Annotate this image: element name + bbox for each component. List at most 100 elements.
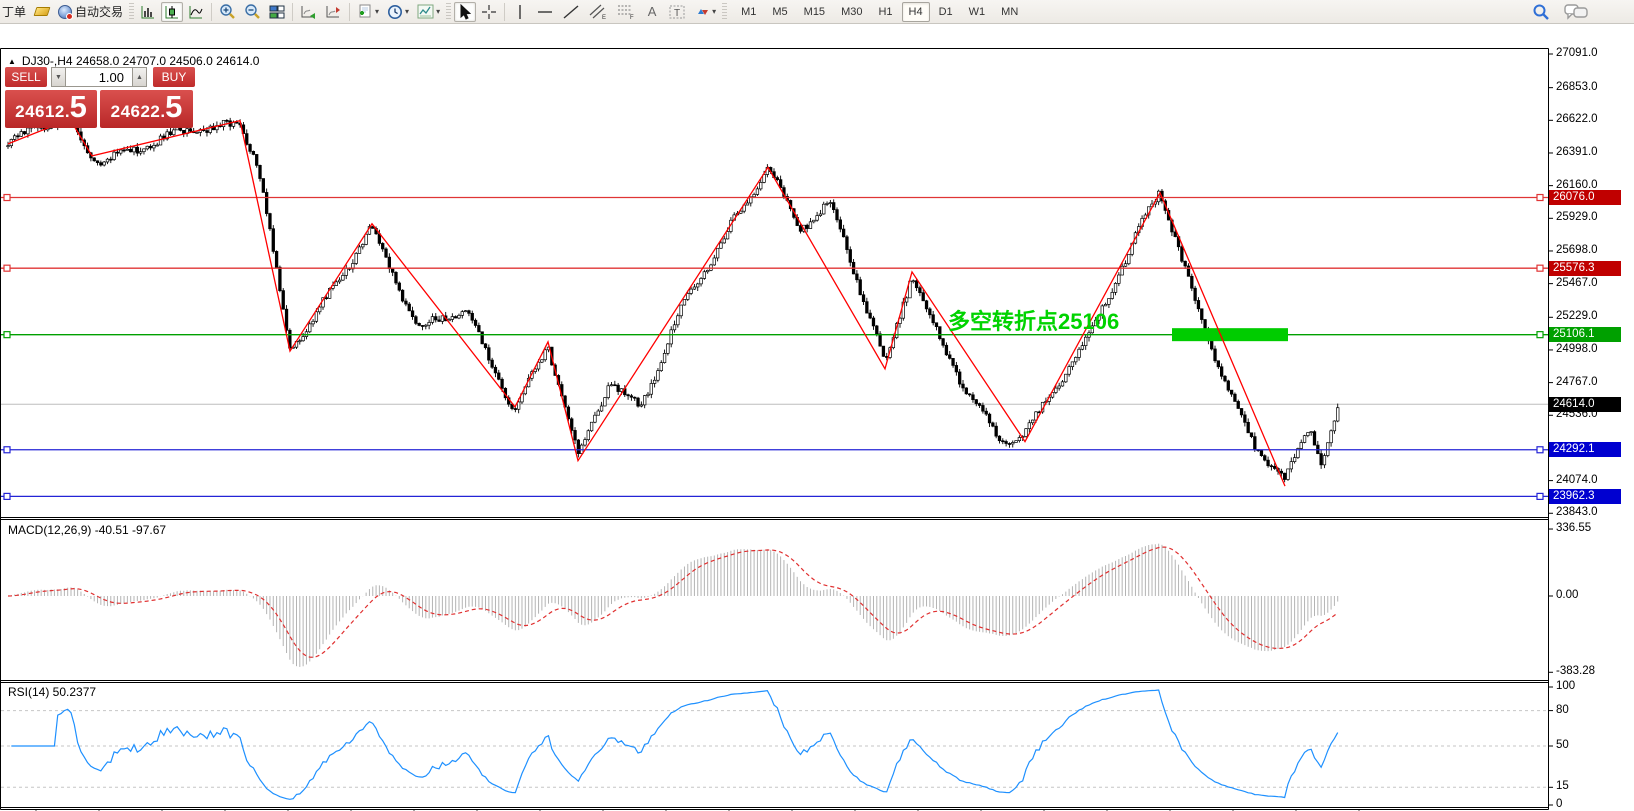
rsi-label: RSI(14) 50.2377 (8, 685, 96, 699)
price-tick: 24074.0 (1556, 474, 1598, 486)
auto-scroll-icon (300, 4, 317, 20)
autotrading-label: 自动交易 (75, 3, 123, 20)
tf-button-M1[interactable]: M1 (734, 2, 763, 22)
templates-button[interactable]: ▾ (414, 2, 443, 22)
level-price-label[interactable]: 23962.3 (1549, 489, 1621, 504)
trendline-button[interactable] (559, 2, 583, 22)
level-price-label[interactable]: 25106.1 (1549, 327, 1621, 342)
crosshair-icon (481, 4, 497, 20)
toolbar-separator (292, 3, 293, 21)
volume-increase-button[interactable]: ▲ (132, 67, 147, 87)
macd-label: MACD(12,26,9) -40.51 -97.67 (8, 523, 166, 537)
zoom-out-icon (244, 3, 261, 20)
crosshair-button[interactable] (478, 2, 500, 22)
chevron-down-icon: ▾ (712, 7, 716, 16)
pivot-annotation-text[interactable]: 多空转折点25106 (948, 304, 1119, 336)
rsi-scale-tick: 15 (1556, 780, 1569, 792)
periods-button[interactable]: ▾ (384, 2, 412, 22)
bar-chart-icon (140, 4, 156, 20)
new-order-button[interactable]: 丁单 (0, 2, 29, 22)
macd-scale-tick: 0.00 (1556, 589, 1578, 601)
tf-button-H1[interactable]: H1 (871, 2, 899, 22)
zoom-in-button[interactable] (216, 2, 239, 22)
search-icon[interactable] (1532, 3, 1550, 21)
fibonacci-icon: F (616, 3, 636, 20)
sell-price-big: 5 (70, 94, 87, 120)
text-a-icon: A (648, 4, 657, 19)
tf-button-MN[interactable]: MN (994, 2, 1025, 22)
level-price-label[interactable]: 25576.3 (1549, 261, 1621, 276)
buy-price-button[interactable]: 24622.5 (100, 90, 193, 128)
price-tick: 24767.0 (1556, 376, 1598, 388)
tf-button-M5[interactable]: M5 (765, 2, 794, 22)
tf-button-M15[interactable]: M15 (797, 2, 832, 22)
rsi-scale-tick: 0 (1556, 798, 1562, 810)
price-tick: 24998.0 (1556, 343, 1598, 355)
clock-icon (387, 4, 403, 20)
line-handle[interactable] (1537, 265, 1543, 271)
gold-symbol-button[interactable] (31, 2, 53, 22)
vertical-line-button[interactable] (509, 2, 531, 22)
stop-dot-icon (66, 13, 73, 20)
fibonacci-button[interactable]: F (613, 2, 639, 22)
toolbar-grip (129, 3, 134, 21)
buy-price-main: 24622 (111, 102, 161, 122)
auto-scroll-button[interactable] (297, 2, 320, 22)
chart-title: ▲ DJ30-,H4 24658.0 24707.0 24506.0 24614… (8, 54, 259, 68)
template-chart-icon (417, 4, 434, 19)
autotrading-globe-icon (58, 5, 72, 19)
level-price-label[interactable]: 26076.0 (1549, 190, 1621, 205)
tf-button-M30[interactable]: M30 (834, 2, 869, 22)
line-chart-button[interactable] (185, 2, 207, 22)
new-chart-button[interactable]: ▾ (354, 2, 382, 22)
chevron-down-icon: ▾ (436, 7, 440, 16)
buy-button[interactable]: BUY (153, 67, 195, 87)
price-tick: 25229.0 (1556, 310, 1598, 322)
sell-button[interactable]: SELL (5, 67, 47, 87)
arrows-button[interactable]: ▾ (691, 2, 719, 22)
candlestick-series[interactable] (7, 112, 1339, 482)
chat-icon[interactable] (1564, 3, 1588, 21)
line-handle[interactable] (4, 265, 10, 271)
svg-text:T: T (674, 8, 680, 19)
text-label-button[interactable]: T (665, 2, 689, 22)
bar-chart-button[interactable] (137, 2, 159, 22)
volume-input[interactable]: 1.00 (66, 67, 132, 87)
zigzag-line[interactable] (8, 119, 1285, 486)
sell-price-button[interactable]: 24612.5 (5, 90, 97, 128)
chart-shift-button[interactable] (322, 2, 345, 22)
price-tick: 26622.0 (1556, 113, 1598, 125)
label-t-icon: T (668, 4, 686, 20)
volume-decrease-button[interactable]: ▼ (51, 67, 66, 87)
channel-icon: E (588, 3, 608, 20)
cursor-button[interactable] (454, 2, 476, 22)
macd-scale-tick: -383.28 (1556, 665, 1595, 677)
tile-windows-button[interactable] (266, 2, 288, 22)
tf-button-D1[interactable]: D1 (932, 2, 960, 22)
equidistant-channel-button[interactable]: E (585, 2, 611, 22)
autotrading-button[interactable]: 自动交易 (55, 2, 126, 22)
price-tick: 26160.0 (1556, 179, 1598, 191)
zoom-out-button[interactable] (241, 2, 264, 22)
line-handle[interactable] (4, 493, 10, 499)
level-price-label[interactable]: 24292.1 (1549, 442, 1621, 457)
line-handle[interactable] (1537, 493, 1543, 499)
tf-button-H4[interactable]: H4 (902, 2, 930, 22)
line-handle[interactable] (1537, 195, 1543, 201)
line-handle[interactable] (4, 447, 10, 453)
panel-collapse-icon[interactable]: ▲ (8, 57, 16, 66)
svg-text:F: F (630, 15, 634, 20)
chart-canvas[interactable] (0, 24, 1634, 811)
green-highlight-box[interactable] (1172, 328, 1288, 341)
line-handle[interactable] (1537, 332, 1543, 338)
text-button[interactable]: A (641, 2, 663, 22)
candlestick-chart-button[interactable] (161, 2, 183, 22)
line-handle[interactable] (4, 195, 10, 201)
line-handle[interactable] (4, 332, 10, 338)
horizontal-line-button[interactable] (533, 2, 557, 22)
line-handle[interactable] (1537, 447, 1543, 453)
vertical-line-icon (513, 4, 527, 20)
line-chart-icon (188, 4, 204, 20)
tf-button-W1[interactable]: W1 (962, 2, 993, 22)
current-price-label: 24614.0 (1549, 397, 1621, 412)
